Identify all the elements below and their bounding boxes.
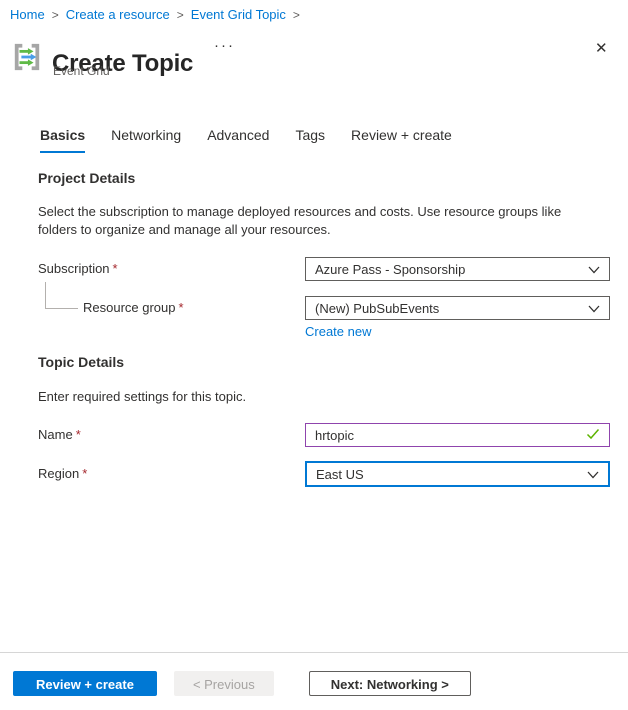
resource-group-dropdown[interactable]: (New) PubSubEvents: [305, 296, 610, 320]
review-create-button[interactable]: Review + create: [13, 671, 157, 696]
breadcrumb-home-link[interactable]: Home: [10, 7, 45, 22]
page-subtitle: Event Grid: [53, 64, 110, 78]
create-new-link[interactable]: Create new: [305, 324, 371, 339]
wizard-tabs: Basics Networking Advanced Tags Review +…: [40, 127, 452, 153]
subscription-value: Azure Pass - Sponsorship: [315, 261, 466, 277]
region-value: East US: [316, 466, 364, 482]
required-asterisk: *: [75, 427, 81, 442]
footer-actions: Review + create < Previous Next: Network…: [13, 671, 471, 696]
breadcrumb-separator-icon: >: [51, 7, 59, 22]
create-topic-page: Home > Create a resource > Event Grid To…: [0, 0, 628, 710]
footer-divider: [0, 652, 628, 653]
breadcrumb-separator-icon: >: [292, 7, 300, 22]
resource-group-label: Resource group *: [83, 300, 184, 315]
required-asterisk: *: [178, 300, 184, 315]
subscription-dropdown[interactable]: Azure Pass - Sponsorship: [305, 257, 610, 281]
topic-details-description: Enter required settings for this topic.: [38, 389, 247, 404]
close-icon[interactable]: ✕: [589, 38, 614, 58]
chevron-down-icon: [588, 301, 600, 316]
event-grid-icon: [12, 41, 42, 76]
tab-networking[interactable]: Networking: [111, 127, 181, 153]
subscription-label: Subscription *: [38, 261, 118, 276]
tab-advanced[interactable]: Advanced: [207, 127, 269, 153]
name-value: hrtopic: [315, 427, 355, 443]
breadcrumb-create-a-resource-link[interactable]: Create a resource: [66, 7, 170, 22]
valid-check-icon: [586, 428, 600, 443]
required-asterisk: *: [112, 261, 118, 276]
resource-group-value: (New) PubSubEvents: [315, 300, 440, 316]
more-options-icon[interactable]: ···: [208, 36, 241, 55]
next-networking-button[interactable]: Next: Networking >: [308, 671, 471, 696]
previous-button[interactable]: < Previous: [173, 671, 274, 696]
name-input[interactable]: hrtopic: [305, 423, 610, 447]
required-asterisk: *: [82, 466, 88, 481]
name-label: Name *: [38, 427, 81, 442]
tab-review-create[interactable]: Review + create: [351, 127, 452, 153]
tab-basics[interactable]: Basics: [40, 127, 86, 153]
breadcrumb-event-grid-topic-link[interactable]: Event Grid Topic: [191, 7, 286, 22]
region-dropdown[interactable]: East US: [305, 461, 610, 487]
chevron-down-icon: [587, 467, 599, 482]
breadcrumb-separator-icon: >: [176, 7, 184, 22]
tab-tags[interactable]: Tags: [295, 127, 325, 153]
chevron-down-icon: [588, 262, 600, 277]
resource-group-connector-line: [45, 282, 78, 309]
project-details-heading: Project Details: [38, 170, 136, 186]
topic-details-heading: Topic Details: [38, 354, 125, 370]
region-label: Region *: [38, 466, 88, 481]
breadcrumb: Home > Create a resource > Event Grid To…: [10, 7, 300, 22]
project-details-description: Select the subscription to manage deploy…: [38, 204, 562, 237]
